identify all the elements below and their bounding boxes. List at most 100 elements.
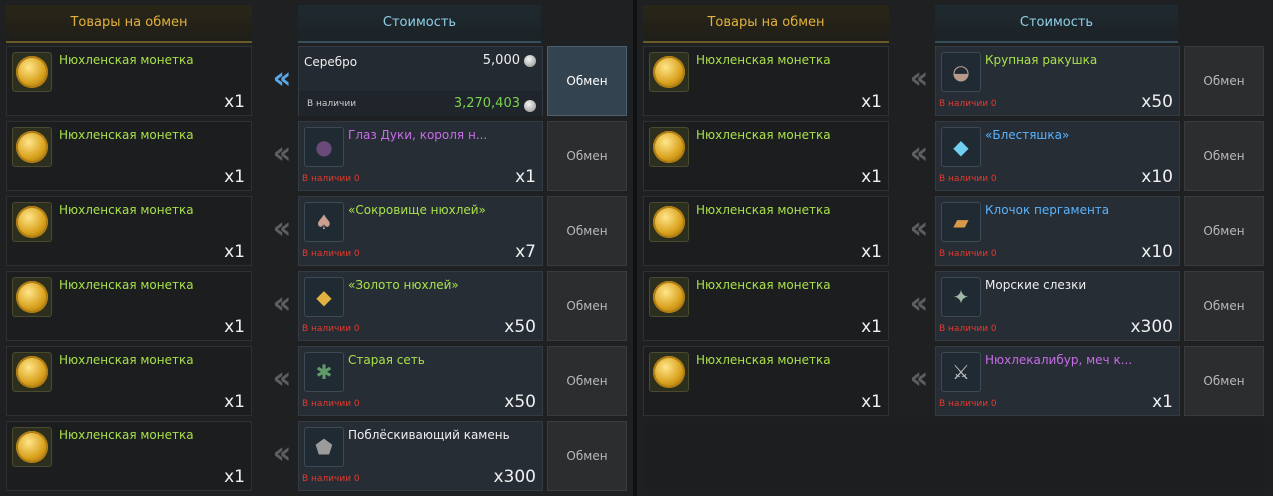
- goods-item-name: Нюхленская монетка: [59, 128, 194, 142]
- goods-item-name: Нюхленская монетка: [59, 203, 194, 217]
- cost-quantity: x1: [515, 167, 536, 187]
- parchment-icon: ▰: [941, 202, 981, 242]
- cost-item-box[interactable]: ⬟ Поблёскивающий камень В наличии 0 x300: [298, 421, 543, 491]
- exchange-row: Нюхленская монетка x1 ‹‹ ◆ «Блестяшка» В…: [643, 121, 1264, 191]
- silver-cost-value: 5,000: [482, 53, 520, 68]
- goods-item-name: Нюхленская монетка: [696, 203, 831, 217]
- exchange-row: Нюхленская монетка x1 ‹‹ ♠ «Сокровище ню…: [6, 196, 627, 266]
- goods-quantity: x1: [861, 392, 882, 412]
- double-chevron-left-icon: ‹‹: [272, 436, 292, 471]
- coin-icon: [12, 202, 52, 242]
- exchange-button[interactable]: Обмен: [1184, 346, 1264, 416]
- goods-item[interactable]: Нюхленская монетка x1: [6, 346, 252, 416]
- coin-icon: [12, 127, 52, 167]
- double-chevron-left-icon: ‹‹: [272, 361, 292, 396]
- exchange-button[interactable]: Обмен: [547, 346, 627, 416]
- crystal-icon: ◆: [941, 127, 981, 167]
- double-chevron-left-icon: ‹‹: [909, 211, 929, 246]
- exchange-row: Нюхленская монетка x1 ‹‹ Серебро 5,000 В…: [6, 46, 627, 116]
- goods-item[interactable]: Нюхленская монетка x1: [643, 46, 889, 116]
- goods-item[interactable]: Нюхленская монетка x1: [6, 196, 252, 266]
- goods-quantity: x1: [224, 92, 245, 112]
- gold-nugget-icon: ◆: [304, 277, 344, 317]
- exchange-button[interactable]: Обмен: [547, 196, 627, 266]
- cost-available: В наличии 0: [302, 324, 360, 334]
- cost-item-box[interactable]: ◆ «Блестяшка» В наличии 0 x10: [935, 121, 1180, 191]
- exchange-button[interactable]: Обмен: [547, 421, 627, 491]
- exchange-row: Нюхленская монетка x1 ‹‹ ◒ Крупная ракуш…: [643, 46, 1264, 116]
- exchange-button[interactable]: Обмен: [547, 121, 627, 191]
- header-goods: Товары на обмен: [643, 5, 889, 43]
- mushroom-icon: ♠: [304, 202, 344, 242]
- coin-icon: [12, 352, 52, 392]
- sea-tears-icon: ✦: [941, 277, 981, 317]
- exchange-row: Нюхленская монетка x1 ‹‹ ✦ Морские слезк…: [643, 271, 1264, 341]
- cost-item-box[interactable]: ▰ Клочок пергамента В наличии 0 x10: [935, 196, 1180, 266]
- cost-item-box[interactable]: ◆ «Золото нюхлей» В наличии 0 x50: [298, 271, 543, 341]
- double-chevron-left-icon: ‹‹: [909, 136, 929, 171]
- empty-slot: [643, 423, 1265, 489]
- goods-item[interactable]: Нюхленская монетка x1: [643, 346, 889, 416]
- header-goods: Товары на обмен: [6, 5, 252, 43]
- cost-item-box[interactable]: ✱ Старая сеть В наличии 0 x50: [298, 346, 543, 416]
- goods-item-name: Нюхленская монетка: [59, 428, 194, 442]
- silver-coin-icon: [524, 55, 536, 67]
- cost-available: В наличии 0: [939, 324, 997, 334]
- goods-item-name: Нюхленская монетка: [696, 53, 831, 67]
- cost-item-name: «Блестяшка»: [985, 128, 1070, 142]
- coin-icon: [649, 277, 689, 317]
- coin-icon: [12, 277, 52, 317]
- silver-coin-icon: [524, 100, 536, 112]
- exchange-row: Нюхленская монетка x1 ‹‹ ⬟ Поблёскивающи…: [6, 421, 627, 491]
- exchange-row: Нюхленская монетка x1 ‹‹ ⚔ Нюхлекалибур,…: [643, 346, 1264, 416]
- right-panel: Товары на обмен Стоимость Нюхленская мон…: [637, 0, 1273, 496]
- cost-available: В наличии 0: [302, 174, 360, 184]
- double-chevron-left-icon: ‹‹: [272, 286, 292, 321]
- cost-item-box[interactable]: ● Глаз Дуки, короля н... В наличии 0 x1: [298, 121, 543, 191]
- goods-item[interactable]: Нюхленская монетка x1: [6, 271, 252, 341]
- cost-quantity: x7: [515, 242, 536, 262]
- goods-item[interactable]: Нюхленская монетка x1: [6, 421, 252, 491]
- exchange-button[interactable]: Обмен: [1184, 196, 1264, 266]
- cost-item-box[interactable]: ♠ «Сокровище нюхлей» В наличии 0 x7: [298, 196, 543, 266]
- cost-item-box[interactable]: ⚔ Нюхлекалибур, меч к... В наличии 0 x1: [935, 346, 1180, 416]
- cost-available: В наличии 0: [302, 249, 360, 259]
- exchange-row: Нюхленская монетка x1 ‹‹ ▰ Клочок пергам…: [643, 196, 1264, 266]
- goods-item[interactable]: Нюхленская монетка x1: [6, 121, 252, 191]
- left-panel: Товары на обмен Стоимость Нюхленская мон…: [0, 0, 633, 496]
- cost-item-box[interactable]: ✦ Морские слезки В наличии 0 x300: [935, 271, 1180, 341]
- goods-item[interactable]: Нюхленская монетка x1: [643, 271, 889, 341]
- cost-item-box[interactable]: ◒ Крупная ракушка В наличии 0 x50: [935, 46, 1180, 116]
- cost-available: В наличии 0: [939, 249, 997, 259]
- exchange-button[interactable]: Обмен: [1184, 271, 1264, 341]
- goods-item[interactable]: Нюхленская монетка x1: [6, 46, 252, 116]
- cost-item-name: Глаз Дуки, короля н...: [348, 128, 488, 142]
- coin-icon: [649, 127, 689, 167]
- cost-available: В наличии 0: [939, 399, 997, 409]
- cost-quantity: x50: [504, 392, 536, 412]
- cost-item-name: Поблёскивающий камень: [348, 428, 510, 442]
- exchange-button[interactable]: Обмен: [1184, 121, 1264, 191]
- exchange-row: Нюхленская монетка x1 ‹‹ ● Глаз Дуки, ко…: [6, 121, 627, 191]
- exchange-button[interactable]: Обмен: [547, 271, 627, 341]
- cost-item-name: Старая сеть: [348, 353, 425, 367]
- double-chevron-left-icon: ‹‹: [272, 136, 292, 171]
- exchange-button[interactable]: Обмен: [547, 46, 627, 116]
- cost-item-name: «Золото нюхлей»: [348, 278, 459, 292]
- goods-item[interactable]: Нюхленская монетка x1: [643, 196, 889, 266]
- header-cost: Стоимость: [935, 5, 1178, 43]
- goods-item-name: Нюхленская монетка: [59, 53, 194, 67]
- goods-item[interactable]: Нюхленская монетка x1: [643, 121, 889, 191]
- goods-quantity: x1: [861, 317, 882, 337]
- purple-orb-icon: ●: [304, 127, 344, 167]
- double-chevron-left-icon: ‹‹: [272, 61, 292, 96]
- silver-available-value: 3,270,403: [453, 96, 520, 111]
- exchange-button[interactable]: Обмен: [1184, 46, 1264, 116]
- exchange-row: Нюхленская монетка x1 ‹‹ ✱ Старая сеть В…: [6, 346, 627, 416]
- silver-available-label: В наличии: [307, 99, 357, 109]
- goods-item-name: Нюхленская монетка: [696, 128, 831, 142]
- goods-item-name: Нюхленская монетка: [696, 278, 831, 292]
- cost-quantity: x10: [1141, 167, 1173, 187]
- cost-item-name: «Сокровище нюхлей»: [348, 203, 486, 217]
- goods-quantity: x1: [224, 242, 245, 262]
